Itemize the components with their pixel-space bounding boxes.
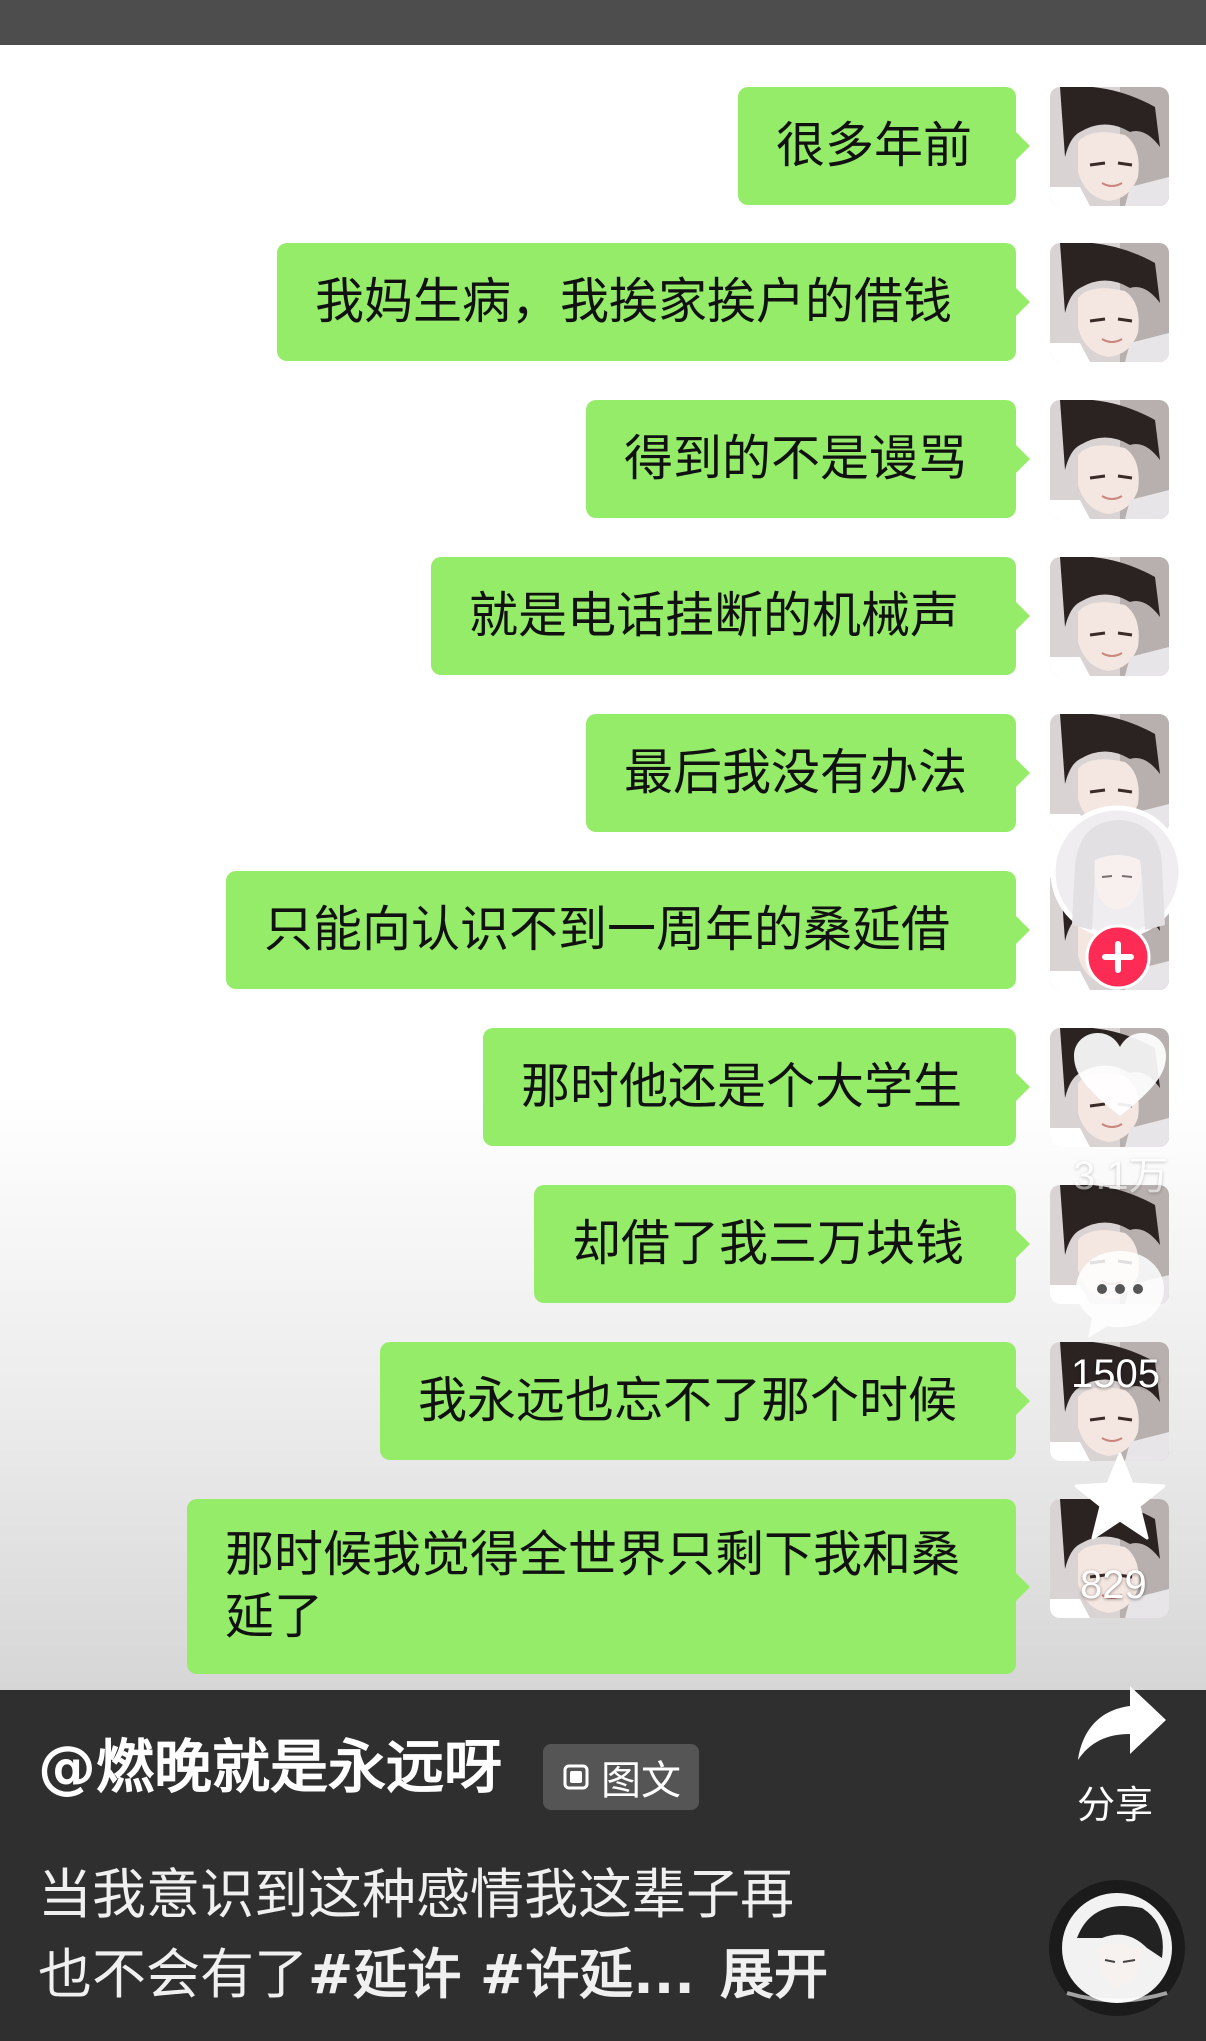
music-disc[interactable] [1047,1878,1187,2018]
message-bubble: 很多年前 [738,87,1030,205]
comment-button[interactable] [1070,1243,1170,1343]
post-type-tag: 图文 [543,1744,699,1810]
message-bubble: 我永远也忘不了那个时候 [380,1342,1030,1460]
image-text-icon [563,1764,589,1790]
message-line: 延了 [225,1588,324,1645]
star-icon [1074,1452,1166,1540]
caption-text: 也不会有了 [38,1943,308,2006]
caption-line: 也不会有了#延许 #许延... 展开 [38,1935,938,2015]
message-bubble: 最后我没有办法 [586,714,1030,832]
favorite-button[interactable] [1072,1448,1168,1544]
share-arrow-icon [1078,1686,1166,1760]
creator-avatar[interactable] [1050,805,1185,940]
message-bubble: 就是电话挂断的机械声 [431,557,1030,675]
avatar[interactable] [1050,243,1169,362]
message-line: 那时候我觉得全世界只剩下我和桑 [225,1526,961,1583]
like-count: 3.1万 [1073,1154,1169,1198]
share-label: 分享 [1077,1783,1154,1827]
post-type-label: 图文 [601,1758,681,1804]
message-bubble: 那时候我觉得全世界只剩下我和桑 延了 [187,1499,1030,1674]
comment-icon [1076,1251,1164,1338]
message-bubble: 我妈生病，我挨家挨户的借钱 [277,243,1030,361]
message-bubble: 却借了我三万块钱 [534,1185,1030,1303]
favorite-count: 829 [1080,1563,1147,1607]
expand-link[interactable]: 展开 [720,1943,828,2006]
comment-count: 1505 [1071,1352,1160,1396]
avatar[interactable] [1050,557,1169,676]
message-bubble: 那时他还是个大学生 [483,1028,1030,1146]
caption-hashtags[interactable]: #延许 #许延... [308,1943,695,2006]
post-info-panel: @燃晚就是永远呀 图文 分享 当我意识到这种感情我这辈子再 也不会有了#延许 #… [0,1686,1206,2041]
author-name[interactable]: @燃晚就是永远呀 [38,1720,502,1804]
message-bubble: 得到的不是谩骂 [586,400,1030,518]
like-button[interactable] [1070,1030,1170,1120]
post-caption: 当我意识到这种感情我这辈子再 也不会有了#延许 #许延... 展开 [38,1855,938,2015]
message-bubble: 只能向认识不到一周年的桑延借 [226,871,1030,989]
heart-icon [1074,1033,1166,1116]
caption-line: 当我意识到这种感情我这辈子再 [38,1863,794,1926]
avatar[interactable] [1050,87,1169,206]
status-bar [0,0,1206,45]
chat-area: 很多年前 我妈生病，我挨家挨户的借钱 得到的不是谩骂 就是电话挂断的机械声 最后… [0,45,1206,1690]
share-button[interactable] [1072,1678,1172,1774]
plus-icon [1085,924,1151,990]
avatar[interactable] [1050,400,1169,519]
follow-button[interactable] [1085,924,1151,990]
